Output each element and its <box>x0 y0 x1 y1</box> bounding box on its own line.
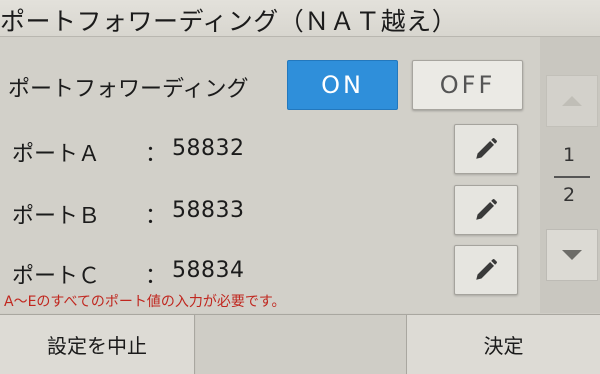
confirm-button[interactable]: 決定 <box>406 315 600 374</box>
pencil-icon <box>476 198 498 220</box>
forwarding-label: ポートフォワーディング <box>8 77 249 102</box>
forwarding-off-button[interactable]: OFF <box>412 60 523 110</box>
port-a-colon: ： <box>145 142 168 167</box>
page-down-button[interactable] <box>546 229 598 281</box>
title-bar: ポートフォワーディング（ＮＡＴ越え） <box>0 0 600 37</box>
port-c-colon: ： <box>145 264 168 289</box>
port-c-value: 58834 <box>172 258 245 283</box>
page-current: 1 <box>563 144 576 166</box>
page-divider <box>554 176 590 178</box>
up-arrow-icon <box>562 96 582 106</box>
cancel-settings-button[interactable]: 設定を中止 <box>0 315 195 374</box>
edit-port-b-button[interactable] <box>454 185 518 235</box>
page-total: 2 <box>563 184 576 206</box>
port-c-label: ポートＣ <box>12 264 101 289</box>
down-arrow-icon <box>562 250 582 260</box>
forwarding-on-button[interactable]: ON <box>287 60 398 110</box>
port-a-label: ポートＡ <box>12 142 101 167</box>
page-up-button[interactable] <box>546 75 598 127</box>
footer-bar: 設定を中止 決定 <box>0 314 600 374</box>
edit-port-a-button[interactable] <box>454 124 518 174</box>
edit-port-c-button[interactable] <box>454 245 518 295</box>
footer-spacer <box>196 315 406 374</box>
port-b-label: ポートＢ <box>12 204 101 229</box>
pencil-icon <box>476 258 498 280</box>
port-b-colon: ： <box>145 204 168 229</box>
page-title: ポートフォワーディング（ＮＡＴ越え） <box>0 7 458 36</box>
required-warning: A～Eのすべてのポート値の入力が必要です。 <box>4 294 286 310</box>
page-scroller <box>540 37 600 313</box>
pencil-icon <box>476 137 498 159</box>
port-b-value: 58833 <box>172 198 245 223</box>
port-a-value: 58832 <box>172 136 245 161</box>
